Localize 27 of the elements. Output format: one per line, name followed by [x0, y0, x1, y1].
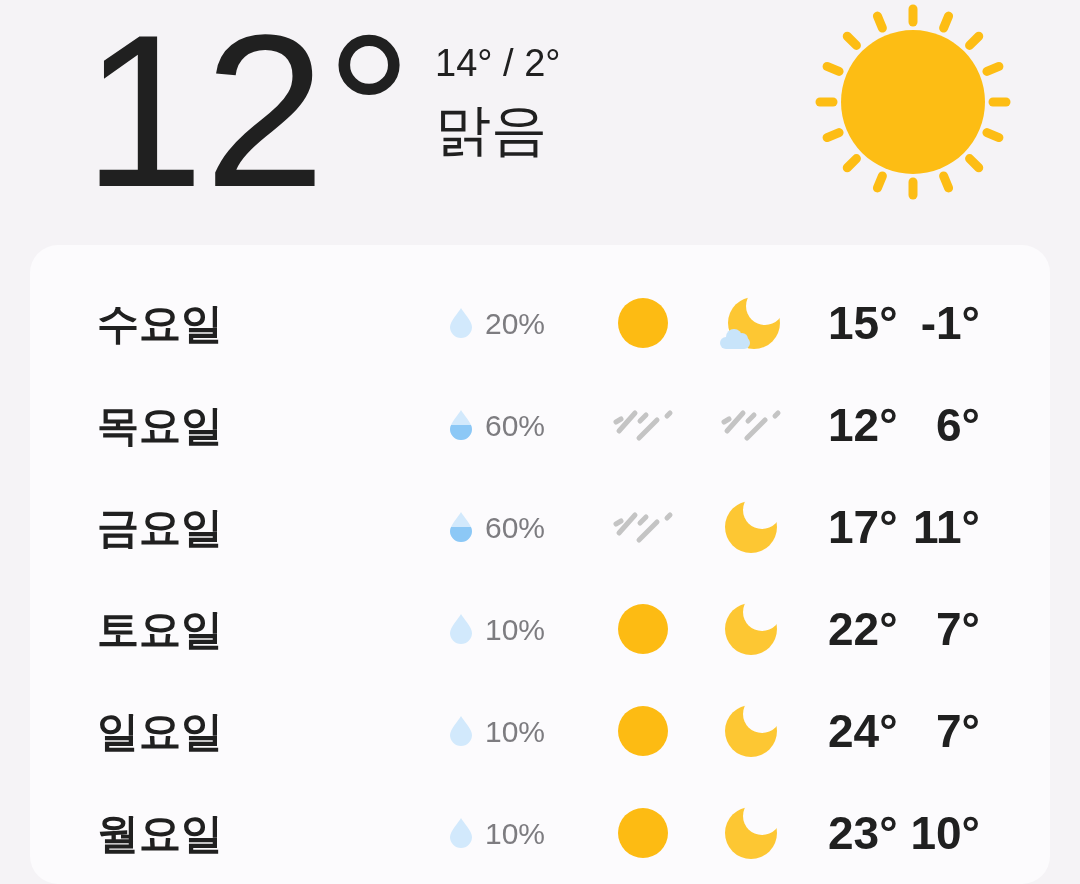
day-name: 수요일: [97, 298, 224, 349]
low-temperature: 7°: [935, 601, 980, 657]
precipitation-chance: 60%: [485, 407, 547, 444]
day-name: 일요일: [97, 706, 224, 757]
low-temperature: 7°: [935, 703, 980, 759]
low-temperature: -1°: [919, 295, 980, 351]
high-temperature: 12°: [828, 397, 899, 453]
precipitation-chance: 10%: [485, 713, 547, 750]
high-temperature: 24°: [828, 703, 899, 759]
high-temperature: 15°: [828, 295, 899, 351]
day-name: 금요일: [97, 502, 224, 553]
low-temperature: 11°: [911, 499, 980, 555]
low-temperature: 6°: [935, 397, 980, 453]
day-name: 월요일: [97, 808, 224, 859]
precipitation-chance: 10%: [485, 611, 547, 648]
precipitation-chance: 20%: [485, 305, 547, 342]
low-temperature: 10°: [909, 805, 980, 861]
precipitation-chance: 10%: [485, 815, 547, 852]
high-temperature: 17°: [828, 499, 899, 555]
current-temperature: 12°: [83, 2, 414, 220]
day-name: 목요일: [97, 400, 224, 451]
temperature-range: 14° / 2°: [435, 44, 561, 82]
high-temperature: 22°: [828, 601, 899, 657]
precipitation-chance: 60%: [485, 509, 547, 546]
weather-condition: 맑음: [435, 97, 548, 163]
high-temperature: 23°: [828, 805, 899, 861]
day-name: 토요일: [97, 604, 224, 655]
